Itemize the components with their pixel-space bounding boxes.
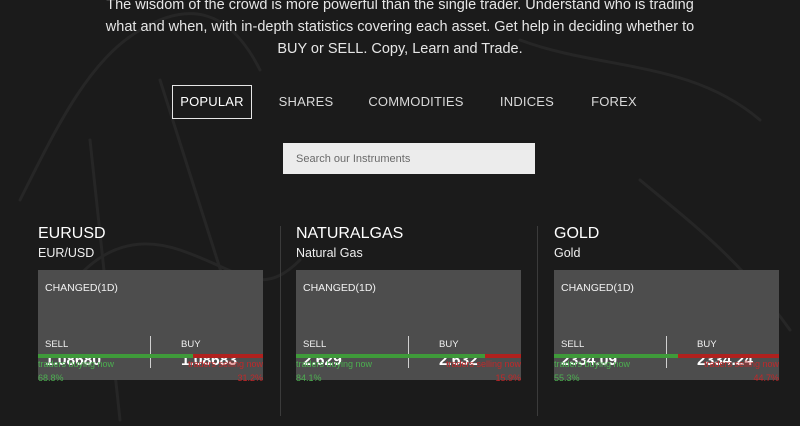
buying-percent: 68.8% [38,373,64,383]
tab-commodities[interactable]: COMMODITIES [362,85,470,119]
instrument-symbol: EURUSD [38,225,106,242]
intro-line-3: BUY or SELL. Copy, Learn and Trade. [277,41,523,57]
sentiment-buy-fill [296,354,486,358]
changed-label: CHANGED(1D) [45,282,118,294]
price-separator [666,336,667,368]
selling-percent: 31.2% [237,373,263,383]
tab-popular[interactable]: POPULAR [172,85,252,119]
tab-shares[interactable]: SHARES [273,85,339,119]
buy-label: BUY [439,339,459,350]
column-divider [537,226,538,416]
intro-line-2: what and when, with in-depth statistics … [105,19,695,35]
sell-label: SELL [303,339,327,350]
instrument-symbol: NATURALGAS [296,225,404,242]
intro-text: The wisdom of the crowd is more powerful… [0,0,800,60]
buy-label: BUY [181,339,201,350]
instrument-card[interactable]: EURUSD EUR/USD CHANGED(1D) SELL 1.08680 … [38,224,263,383]
changed-label: CHANGED(1D) [561,282,634,294]
buying-percent: 84.1% [296,373,322,383]
sentiment-bar [296,354,521,358]
traders-buying-label: traders buying now [38,359,115,369]
tab-indices[interactable]: INDICES [493,85,561,119]
instrument-category-tabs: POPULAR SHARES COMMODITIES INDICES FOREX [0,85,800,119]
traders-selling-label: traders selling now [445,359,521,369]
sentiment-buy-fill [38,354,193,358]
price-separator [408,336,409,368]
traders-buying-label: traders buying now [296,359,373,369]
sell-label: SELL [561,339,585,350]
buy-label: BUY [697,339,717,350]
search-input[interactable] [283,143,535,174]
column-divider [280,226,281,416]
sentiment-bar [38,354,263,358]
tab-forex[interactable]: FOREX [584,85,644,119]
changed-label: CHANGED(1D) [303,282,376,294]
traders-buying-label: traders buying now [554,359,631,369]
instrument-card[interactable]: GOLD Gold CHANGED(1D) SELL 2334.09 BUY 2… [554,224,779,383]
instrument-name: EUR/USD [38,246,95,260]
instrument-name: Gold [554,246,581,260]
instrument-symbol: GOLD [554,225,600,242]
buying-percent: 55.3% [554,373,580,383]
selling-percent: 15.9% [495,373,521,383]
sell-label: SELL [45,339,69,350]
traders-selling-label: traders selling now [187,359,263,369]
instrument-card[interactable]: NATURALGAS Natural Gas CHANGED(1D) SELL … [296,224,521,383]
price-separator [150,336,151,368]
intro-line-1: The wisdom of the crowd is more powerful… [106,0,694,13]
selling-percent: 44.7% [753,373,779,383]
instrument-name: Natural Gas [296,246,363,260]
sentiment-bar [554,354,779,358]
sentiment-buy-fill [554,354,679,358]
traders-selling-label: traders selling now [703,359,779,369]
